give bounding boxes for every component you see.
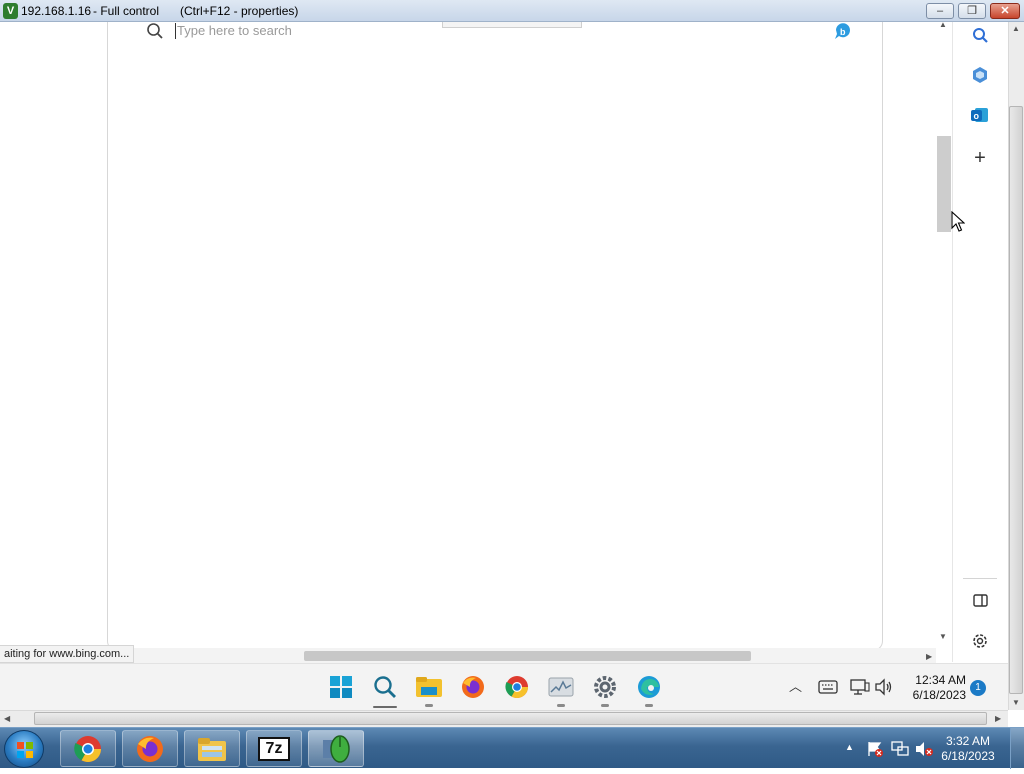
edge-icon[interactable]	[634, 672, 664, 707]
browser-page-panel	[107, 22, 883, 651]
top-strip	[442, 22, 582, 28]
page-horizontal-scroll-thumb[interactable]	[304, 651, 751, 661]
chrome-icon[interactable]	[502, 672, 532, 702]
windows-logo-icon	[17, 742, 33, 758]
restore-button[interactable]: ❐	[958, 3, 986, 19]
properties-hint: (Ctrl+F12 - properties)	[180, 4, 299, 18]
remote-desktop-view[interactable]: Type here to search b ▲ ▼ o + ▶ aiting f…	[0, 22, 1008, 710]
settings-icon[interactable]	[590, 672, 620, 707]
search-input[interactable]: Type here to search	[175, 23, 292, 39]
explorer-icon	[198, 737, 226, 761]
start-button[interactable]	[4, 730, 44, 768]
page-vertical-scroll-thumb[interactable]	[937, 136, 951, 232]
keyboard-icon[interactable]	[818, 680, 838, 694]
taskbar-search-icon[interactable]	[370, 672, 400, 708]
host-explorer-button[interactable]	[184, 730, 240, 767]
remote-host-address: 192.168.1.16	[21, 4, 92, 18]
search-icon	[147, 23, 163, 39]
scroll-up-arrow[interactable]: ▲	[939, 22, 947, 29]
tray-overflow-arrow[interactable]: ▲	[845, 742, 854, 752]
mouse-cursor-icon	[951, 211, 965, 232]
svg-text:o: o	[974, 111, 980, 121]
bing-chat-icon[interactable]: b	[832, 22, 854, 40]
show-desktop-button[interactable]	[1010, 728, 1024, 769]
radmin-viewer-icon	[323, 734, 350, 763]
windows-start-icon[interactable]	[326, 672, 356, 702]
scroll-right-arrow[interactable]: ▶	[926, 652, 932, 661]
show-hidden-icons-chevron[interactable]: ︿	[789, 676, 802, 695]
host-chrome-button[interactable]	[60, 730, 116, 767]
network-icon[interactable]	[850, 677, 870, 697]
file-explorer-icon[interactable]	[414, 672, 444, 707]
close-button[interactable]: ✕	[990, 3, 1020, 19]
volume-muted-icon[interactable]	[914, 740, 934, 758]
svg-text:b: b	[840, 27, 846, 37]
remote-window-titlebar: V 192.168.1.16 - Full control (Ctrl+F12 …	[0, 0, 1024, 22]
page-vertical-scrollbar[interactable]	[936, 22, 952, 646]
gear-icon[interactable]	[969, 630, 991, 652]
host-firefox-button[interactable]	[122, 730, 178, 767]
host-clock[interactable]: 3:32 AM 6/18/2023	[938, 734, 998, 764]
chrome-icon	[74, 735, 102, 762]
remote-clock-time: 12:34 AM	[915, 673, 966, 687]
remote-taskbar: ︿ 12:34 AM 6/18/2023 1	[0, 663, 1008, 710]
add-icon[interactable]: +	[969, 147, 991, 169]
edge-sidebar: o +	[952, 22, 1008, 662]
notification-badge[interactable]: 1	[970, 680, 986, 696]
host-radmin-viewer-button[interactable]	[308, 730, 364, 767]
remote-clock[interactable]: 12:34 AM 6/18/2023	[906, 673, 966, 703]
remote-clock-date: 6/18/2023	[912, 688, 966, 702]
firefox-icon[interactable]	[458, 672, 488, 702]
viewer-horizontal-scroll-thumb[interactable]	[34, 712, 987, 725]
action-center-icon[interactable]	[866, 740, 884, 758]
viewer-scroll-right-arrow[interactable]: ▶	[995, 714, 1001, 723]
minimize-button[interactable]: ‒	[926, 3, 954, 19]
outlook-icon[interactable]: o	[969, 104, 991, 126]
host-7zip-button[interactable]: 7z	[246, 730, 302, 767]
connection-mode: - Full control	[93, 4, 160, 18]
volume-icon[interactable]	[874, 678, 894, 696]
split-screen-icon[interactable]	[969, 590, 991, 612]
host-clock-time: 3:32 AM	[945, 734, 991, 748]
viewer-scroll-down-arrow[interactable]: ▼	[1012, 698, 1020, 707]
radmin-app-icon: V	[3, 3, 18, 19]
scroll-down-arrow[interactable]: ▼	[939, 632, 947, 641]
7zip-icon: 7z	[258, 736, 290, 761]
browser-status-text: aiting for www.bing.com...	[0, 645, 135, 663]
host-clock-date: 6/18/2023	[941, 749, 995, 763]
viewer-vertical-scroll-thumb[interactable]	[1009, 106, 1023, 694]
sidebar-search-icon[interactable]	[969, 24, 991, 46]
copilot-icon[interactable]	[969, 64, 991, 86]
network-status-icon[interactable]	[890, 740, 910, 758]
sidebar-divider	[963, 578, 997, 579]
firefox-icon	[137, 735, 163, 762]
viewer-scroll-up-arrow[interactable]: ▲	[1012, 24, 1020, 33]
host-taskbar: 7z ▲ 3:32 AM 6/18/2023	[0, 727, 1024, 769]
viewer-scroll-left-arrow[interactable]: ◀	[4, 714, 10, 723]
task-manager-icon[interactable]	[546, 672, 576, 707]
